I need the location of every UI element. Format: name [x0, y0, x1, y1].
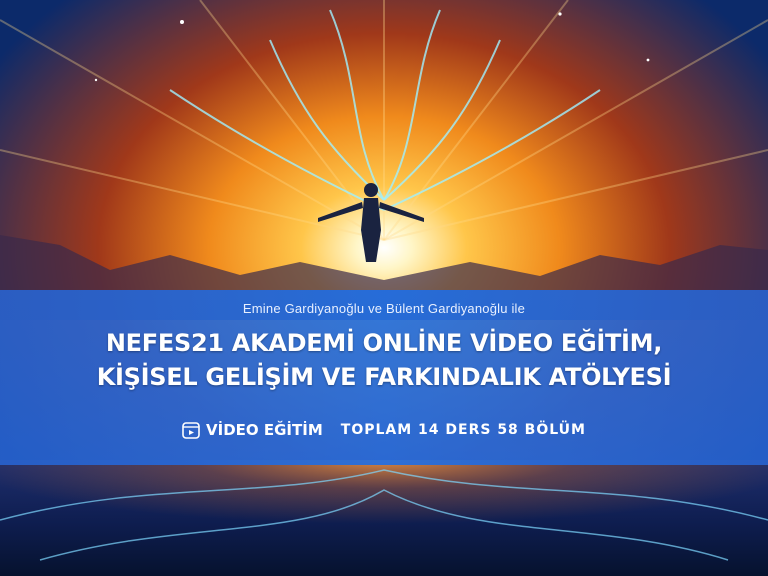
background-illustration: [0, 0, 768, 576]
course-info-row: VİDEO EĞİTİM TOPLAM 14 DERS 58 BÖLÜM: [0, 418, 768, 442]
course-title-line-1: NEFES21 AKADEMİ ONLİNE VİDEO EĞİTİM,: [105, 329, 663, 357]
video-education-badge: VİDEO EĞİTİM: [182, 421, 323, 439]
video-education-label: VİDEO EĞİTİM: [206, 421, 323, 439]
presenters-byline: Emine Gardiyanoğlu ve Bülent Gardiyanoğl…: [242, 301, 526, 316]
title-banner: Emine Gardiyanoğlu ve Bülent Gardiyanoğl…: [0, 290, 768, 465]
course-title: NEFES21 AKADEMİ ONLİNE VİDEO EĞİTİM, KİŞ…: [0, 326, 768, 394]
lesson-count-label: TOPLAM 14 DERS 58 BÖLÜM: [340, 422, 586, 438]
video-play-icon: [182, 421, 200, 439]
course-title-line-2: KİŞİSEL GELİŞİM VE FARKINDALIK ATÖLYESİ: [96, 363, 672, 391]
